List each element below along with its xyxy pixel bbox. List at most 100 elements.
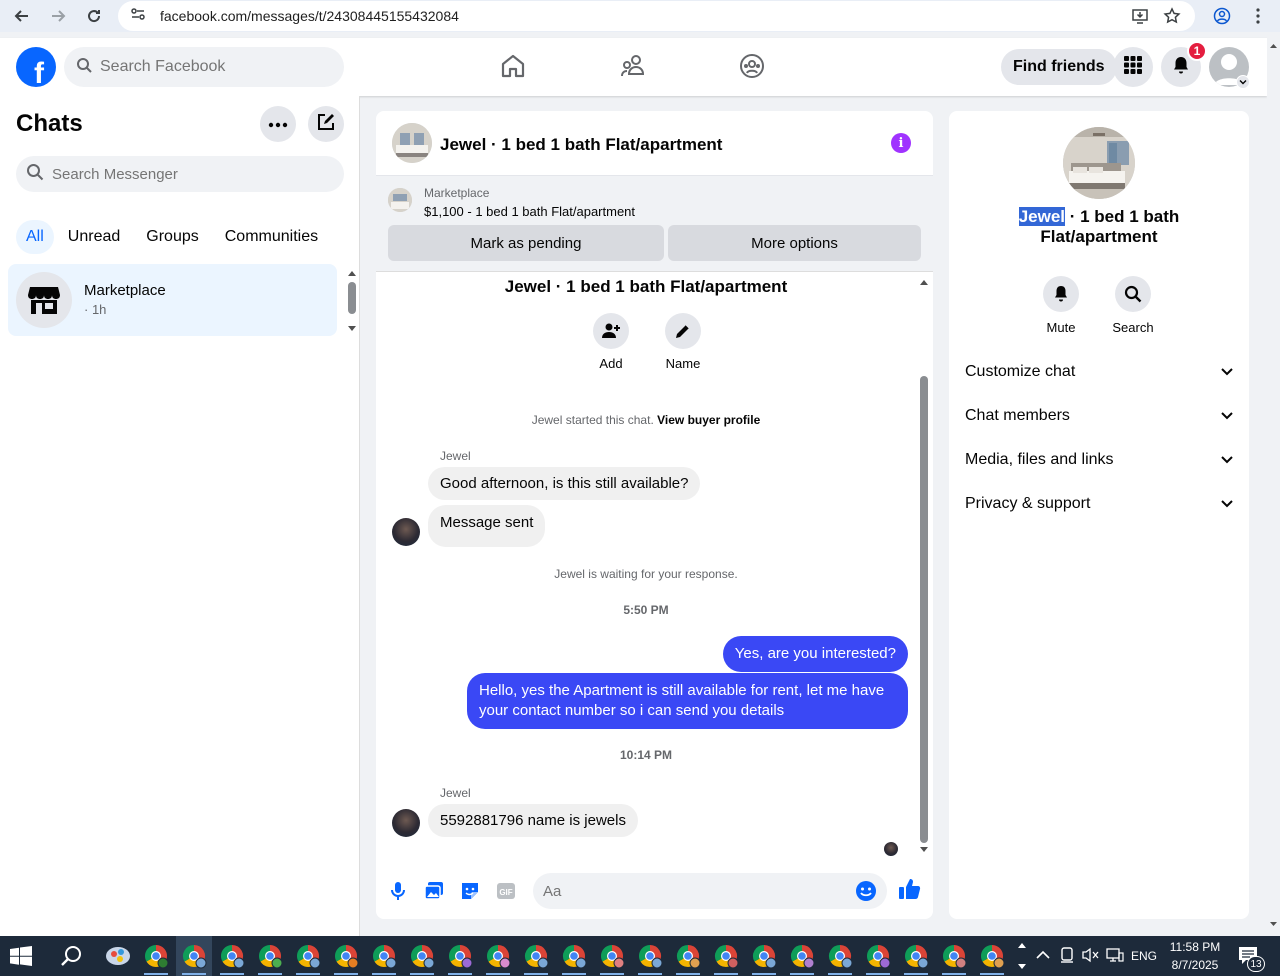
thread-scrollbar[interactable] <box>918 273 930 861</box>
chrome-taskbar-icon[interactable] <box>828 945 853 975</box>
back-icon[interactable] <box>10 4 34 28</box>
chrome-taskbar-icon[interactable] <box>980 945 1005 975</box>
more-options-button[interactable]: More options <box>668 225 921 261</box>
chrome-taskbar-icon[interactable] <box>410 945 435 975</box>
incoming-message[interactable]: Message sent <box>428 505 546 547</box>
clock-time[interactable]: 11:58 PM <box>1164 940 1226 954</box>
emoji-icon[interactable] <box>855 880 877 907</box>
chats-options-button[interactable] <box>260 106 296 142</box>
media-files-links-section[interactable]: Media, files and links <box>965 442 1233 478</box>
outgoing-message[interactable]: Yes, are you interested? <box>722 636 908 672</box>
browser-menu-icon[interactable] <box>1246 4 1270 28</box>
privacy-support-section[interactable]: Privacy & support <box>965 486 1233 522</box>
add-people-action[interactable]: Add <box>581 313 641 371</box>
chat-list-item[interactable]: Marketplace · 1h <box>8 264 337 336</box>
find-friends-button[interactable]: Find friends <box>1001 49 1117 85</box>
view-buyer-profile-link[interactable]: View buyer profile <box>657 413 760 427</box>
name-chat-action[interactable]: Name <box>653 313 713 371</box>
microphone-icon[interactable] <box>386 879 410 903</box>
facebook-logo[interactable]: f <box>16 47 56 87</box>
message-input[interactable] <box>543 882 833 900</box>
site-settings-icon[interactable] <box>130 6 146 27</box>
incoming-message[interactable]: Good afternoon, is this still available? <box>428 467 701 500</box>
photo-icon[interactable] <box>422 879 446 903</box>
bookmark-star-icon[interactable] <box>1160 4 1184 28</box>
chrome-taskbar-icon[interactable] <box>258 945 283 975</box>
facebook-search-input[interactable] <box>100 58 320 76</box>
chat-members-section[interactable]: Chat members <box>965 398 1233 434</box>
chrome-taskbar-icon[interactable] <box>638 945 663 975</box>
sticker-icon[interactable] <box>458 879 482 903</box>
messenger-search-input[interactable] <box>52 165 312 183</box>
listing-small-thumbnail[interactable] <box>388 188 412 212</box>
windows-start-icon[interactable] <box>10 946 32 966</box>
search-in-chat-action[interactable]: Search <box>1103 276 1163 335</box>
tab-communities[interactable]: Communities <box>213 220 330 254</box>
customize-chat-section[interactable]: Customize chat <box>965 354 1233 390</box>
listing-cover-photo[interactable] <box>1063 127 1135 199</box>
chrome-taskbar-icon[interactable] <box>676 945 701 975</box>
messenger-search[interactable] <box>16 156 344 192</box>
menu-grid-button[interactable] <box>1113 47 1153 87</box>
facebook-search[interactable] <box>64 47 344 87</box>
listing-thumbnail[interactable] <box>392 123 432 163</box>
pencil-icon <box>665 313 701 349</box>
chrome-taskbar-icon[interactable] <box>942 945 967 975</box>
mute-action[interactable]: Mute <box>1031 276 1091 335</box>
notifications-button[interactable]: 1 <box>1161 41 1207 87</box>
forward-icon[interactable] <box>46 4 70 28</box>
info-icon[interactable]: i <box>891 133 911 153</box>
reload-icon[interactable] <box>82 4 106 28</box>
chrome-taskbar-icon[interactable] <box>176 936 212 976</box>
groups-icon[interactable] <box>738 52 766 80</box>
language-indicator[interactable]: ENG <box>1130 949 1158 963</box>
home-icon[interactable] <box>499 52 527 80</box>
chrome-taskbar-icon[interactable] <box>752 945 777 975</box>
chrome-taskbar-icon[interactable] <box>486 945 511 975</box>
chrome-taskbar-icon[interactable] <box>372 945 397 975</box>
jewel-avatar[interactable] <box>392 809 420 837</box>
message-input-box[interactable] <box>533 873 887 909</box>
facebook-header: f Find friends 1 <box>0 38 1267 96</box>
tab-unread[interactable]: Unread <box>56 220 132 254</box>
chrome-taskbar-icon[interactable] <box>790 945 815 975</box>
volume-muted-icon[interactable] <box>1082 947 1100 968</box>
gif-icon[interactable]: GIF <box>494 879 518 903</box>
chrome-taskbar-icon[interactable] <box>600 945 625 975</box>
outgoing-message[interactable]: Hello, yes the Apartment is still availa… <box>467 673 908 729</box>
page-scrollbar[interactable] <box>1267 38 1280 936</box>
chrome-taskbar-icon[interactable] <box>144 945 169 975</box>
network-icon[interactable] <box>1106 947 1124 968</box>
install-app-icon[interactable] <box>1128 4 1152 28</box>
taskbar-search-icon[interactable] <box>60 944 84 968</box>
chrome-taskbar-icon[interactable] <box>866 945 891 975</box>
chrome-taskbar-icon[interactable] <box>524 945 549 975</box>
chrome-taskbar-icon[interactable] <box>714 945 739 975</box>
chrome-taskbar-icon[interactable] <box>562 945 587 975</box>
like-thumb-icon[interactable] <box>898 877 922 901</box>
chrome-taskbar-icon[interactable] <box>904 945 929 975</box>
new-message-button[interactable] <box>308 106 344 142</box>
chat-info-panel: Jewel · 1 bed 1 bath Flat/apartment Mute… <box>949 111 1249 919</box>
chat-list-scrollbar[interactable] <box>346 268 358 334</box>
profile-icon[interactable] <box>1210 4 1234 28</box>
tab-all[interactable]: All <box>16 220 54 254</box>
chrome-taskbar-icon[interactable] <box>296 945 321 975</box>
chrome-taskbar-icon[interactable] <box>448 945 473 975</box>
chrome-taskbar-icon[interactable] <box>334 945 359 975</box>
jewel-avatar[interactable] <box>392 518 420 546</box>
taskbar-browser-icons[interactable] <box>140 936 1020 976</box>
friends-icon[interactable] <box>619 52 647 80</box>
mark-as-pending-button[interactable]: Mark as pending <box>388 225 664 261</box>
tray-scroll-icon[interactable] <box>1016 940 1028 976</box>
account-chevron-icon[interactable] <box>1236 75 1250 89</box>
tray-overflow-icon[interactable] <box>1036 948 1050 967</box>
incoming-message[interactable]: 5592881796 name is jewels <box>428 804 638 837</box>
taskbar-app-icon[interactable] <box>104 942 132 970</box>
address-bar[interactable]: facebook.com/messages/t/2430844515543208… <box>118 1 1195 31</box>
chats-sidebar: Chats All Unread Groups Communities Mark… <box>0 96 360 936</box>
tab-groups[interactable]: Groups <box>134 220 210 254</box>
tray-device-icon[interactable] <box>1060 947 1074 968</box>
clock-date[interactable]: 8/7/2025 <box>1164 958 1226 972</box>
chrome-taskbar-icon[interactable] <box>220 945 245 975</box>
